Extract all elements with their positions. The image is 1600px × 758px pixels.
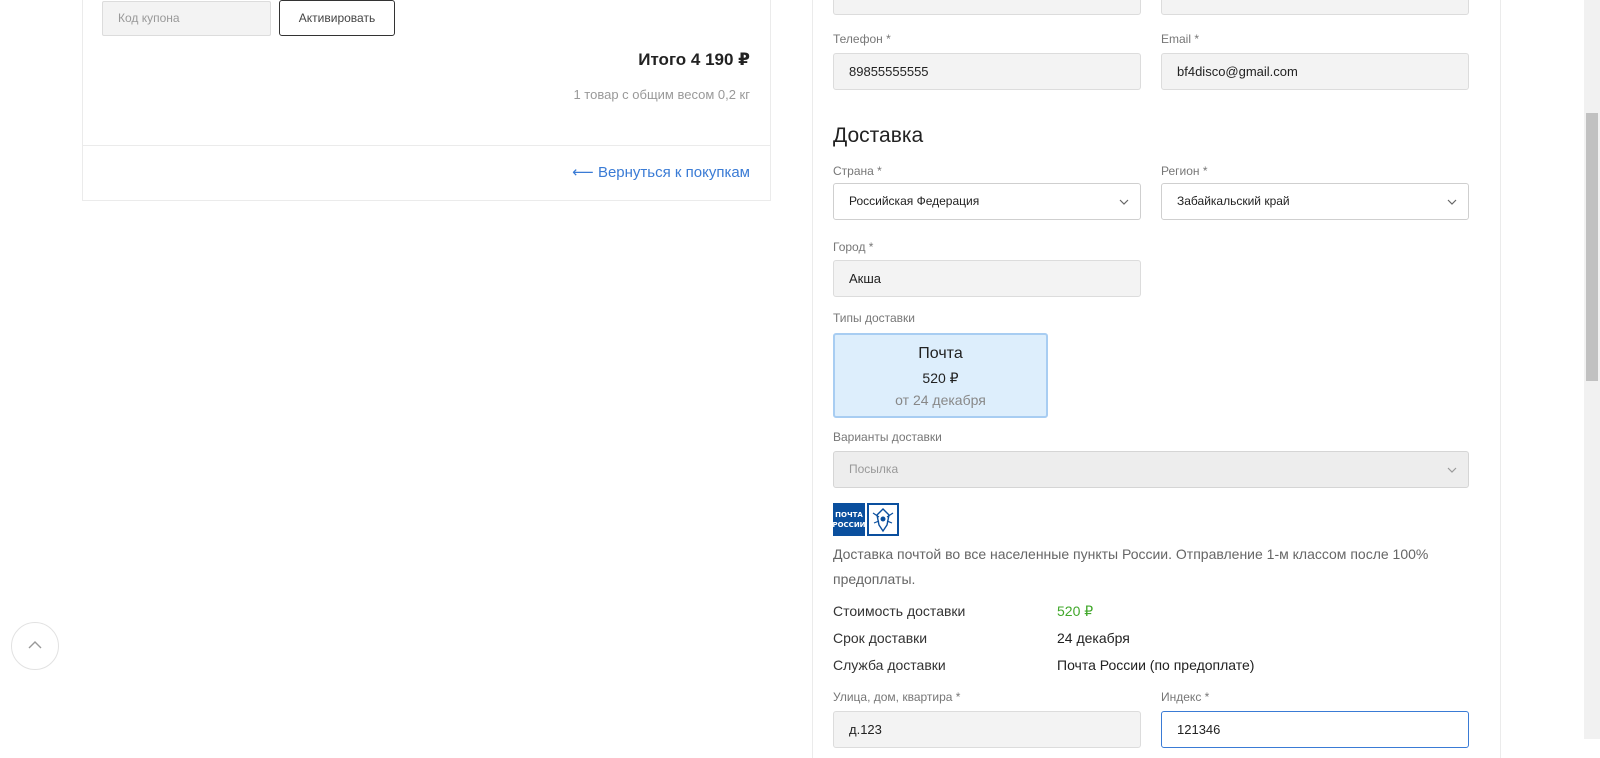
logo-text-line1: ПОЧТА	[835, 511, 863, 519]
delivery-variant-select[interactable]: Посылка	[833, 451, 1469, 488]
chevron-down-icon	[1447, 467, 1457, 473]
name-field[interactable]	[833, 0, 1141, 15]
city-label: Город *	[833, 240, 874, 254]
city-field[interactable]: Акша	[833, 260, 1141, 297]
delivery-cost-label: Стоимость доставки	[833, 603, 966, 619]
russian-post-logo: ПОЧТА РОССИИ	[832, 503, 899, 541]
delivery-section-title: Доставка	[833, 124, 924, 147]
index-label: Индекс *	[1161, 690, 1210, 704]
delivery-type-date: от 24 декабря	[895, 392, 986, 408]
divider	[83, 145, 770, 146]
street-label: Улица, дом, квартира *	[833, 690, 961, 704]
cart-summary-panel: Код купона Активировать Итого 4 190 ₽ 1 …	[82, 0, 771, 201]
delivery-description: Доставка почтой во все населенные пункты…	[833, 546, 1429, 587]
delivery-cost-value: 520 ₽	[1057, 603, 1094, 619]
country-label: Страна *	[833, 164, 882, 178]
country-value: Российская Федерация	[849, 194, 980, 208]
activate-coupon-button[interactable]: Активировать	[279, 0, 395, 36]
phone-label: Телефон *	[833, 32, 891, 46]
index-field[interactable]: 121346	[1161, 711, 1469, 748]
country-select[interactable]: Российская Федерация	[833, 183, 1141, 220]
chevron-down-icon	[1447, 199, 1457, 205]
delivery-type-price: 520 ₽	[922, 370, 959, 386]
delivery-service-value: Почта России (по предоплате)	[1057, 657, 1255, 673]
delivery-type-name: Почта	[918, 345, 963, 362]
email-field[interactable]: bf4disco@gmail.com	[1161, 53, 1469, 90]
surname-field[interactable]	[1161, 0, 1469, 15]
checkout-form-panel: Телефон * 89855555555 Email * bf4disco@g…	[812, 0, 1501, 758]
chevron-down-icon	[1119, 199, 1129, 205]
delivery-variant-value: Посылка	[849, 462, 899, 476]
coupon-input[interactable]: Код купона	[102, 1, 271, 36]
street-field[interactable]: д.123	[833, 711, 1141, 748]
russian-post-logo-icon: ПОЧТА РОССИИ	[832, 503, 899, 536]
logo-text-line2: РОССИИ	[833, 521, 866, 529]
delivery-variants-label: Варианты доставки	[833, 430, 942, 444]
order-total: Итого 4 190 ₽	[638, 50, 750, 69]
page-scrollbar[interactable]	[1584, 0, 1600, 739]
order-weight-note: 1 товар с общим весом 0,2 кг	[573, 87, 750, 102]
region-select[interactable]: Забайкальский край	[1161, 183, 1469, 220]
scrollbar-thumb[interactable]	[1586, 113, 1598, 381]
back-to-shopping-link[interactable]: ⟵ Вернуться к покупкам	[572, 163, 750, 181]
scroll-to-top-button[interactable]	[11, 622, 59, 670]
delivery-types-label: Типы доставки	[833, 311, 916, 325]
region-label: Регион *	[1161, 164, 1208, 178]
delivery-term-label: Срок доставки	[833, 630, 928, 646]
chevron-up-icon	[28, 641, 42, 649]
delivery-type-card-pochta[interactable]: Почта 520 ₽ от 24 декабря	[833, 333, 1048, 418]
delivery-term-value: 24 декабря	[1057, 630, 1130, 646]
phone-field[interactable]: 89855555555	[833, 53, 1141, 90]
email-label: Email *	[1161, 32, 1200, 46]
delivery-service-label: Служба доставки	[833, 657, 946, 673]
region-value: Забайкальский край	[1177, 194, 1290, 208]
